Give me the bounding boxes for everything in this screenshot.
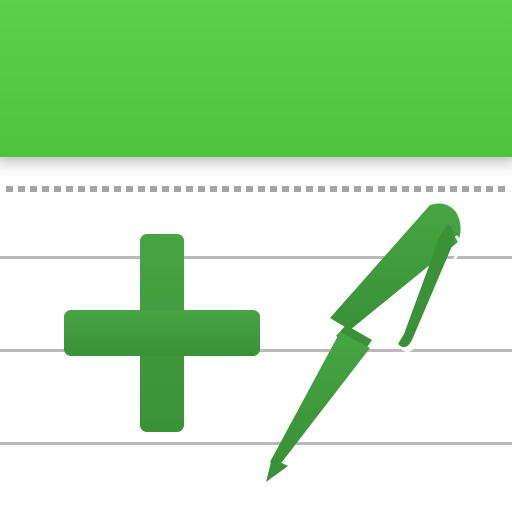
plus-icon <box>64 234 260 432</box>
app-icon[interactable] <box>0 0 512 512</box>
pen-icon <box>266 203 462 482</box>
